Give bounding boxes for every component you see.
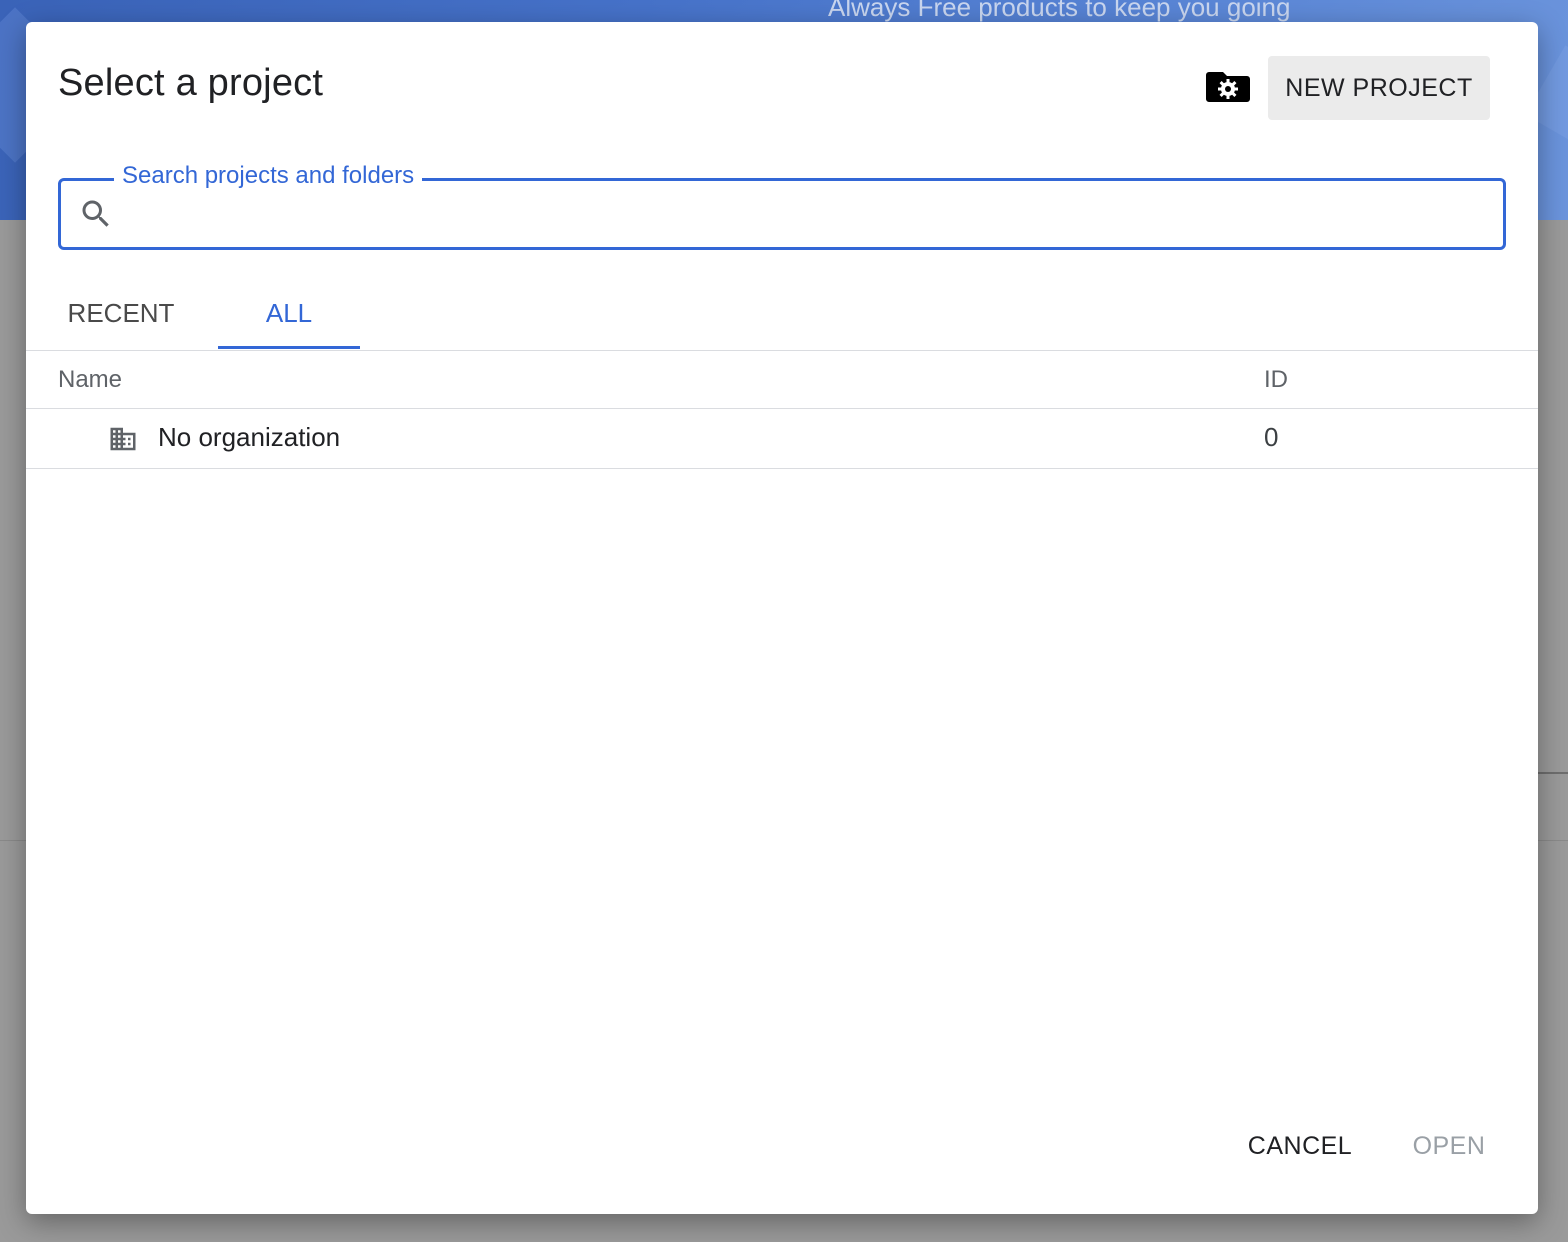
dialog-title: Select a project — [58, 62, 324, 104]
tabs-divider — [26, 350, 1538, 351]
search-icon — [82, 200, 109, 227]
banner-text: Always Free products to keep you going — [828, 0, 1291, 22]
tab-all[interactable]: ALL — [218, 292, 360, 350]
background-divider — [1538, 772, 1568, 774]
column-header-name: Name — [58, 366, 123, 393]
open-button[interactable]: OPEN — [1404, 1122, 1494, 1170]
table-row[interactable]: No organization 0 — [26, 410, 1538, 468]
select-project-dialog: Select a project NEW PROJECT Search proj… — [26, 22, 1538, 1214]
search-input[interactable] — [130, 190, 1484, 238]
row-divider — [26, 468, 1538, 469]
search-field-label: Search projects and folders — [114, 162, 423, 190]
active-tab-indicator — [218, 346, 360, 349]
tab-recent[interactable]: RECENT — [54, 292, 188, 350]
header-divider — [26, 408, 1538, 409]
column-header-id: ID — [1264, 366, 1288, 393]
row-name: No organization — [158, 422, 341, 452]
building-icon — [110, 427, 136, 451]
row-id: 0 — [1264, 422, 1279, 452]
folder-gear-icon[interactable] — [1206, 68, 1250, 104]
new-project-button[interactable]: NEW PROJECT — [1268, 56, 1490, 120]
cancel-button[interactable]: CANCEL — [1240, 1122, 1360, 1170]
